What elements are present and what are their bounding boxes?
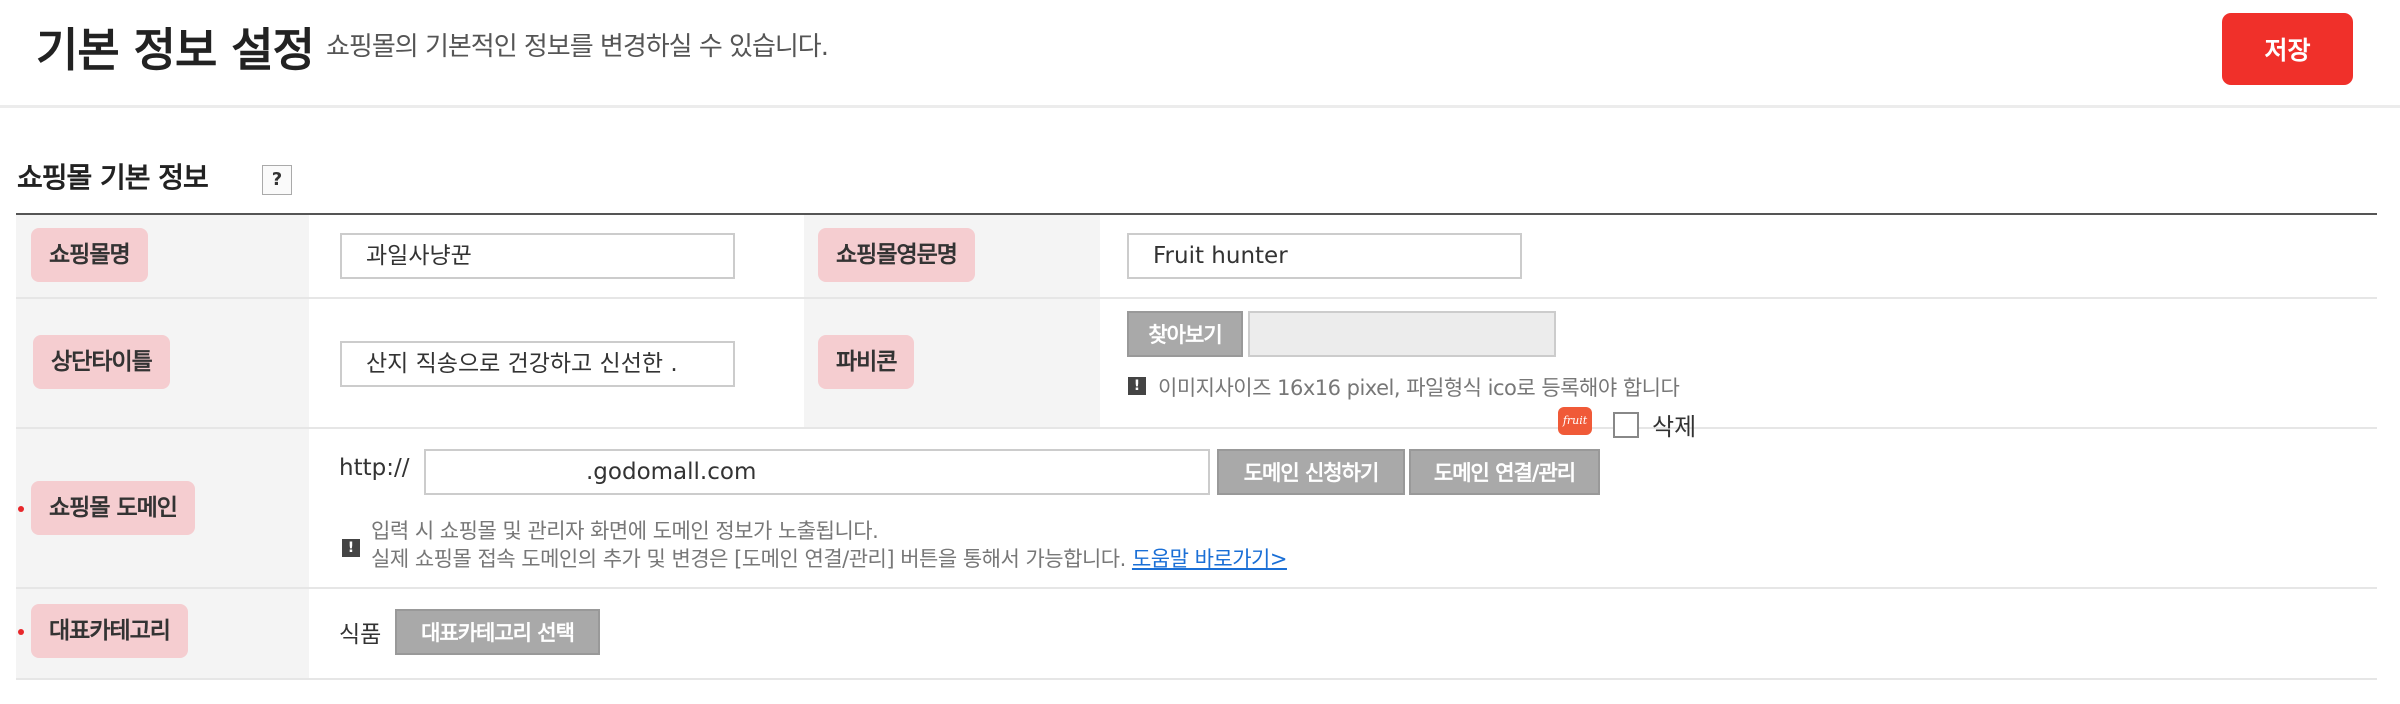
- exclamation-icon: !: [1128, 377, 1146, 395]
- basic-info-form: 쇼핑몰명 과일사냥꾼 쇼핑몰영문명 Fruit hunter 상단타이틀 산지 …: [16, 213, 2377, 680]
- domain-prefix: http://: [339, 455, 410, 481]
- page-subtitle: 쇼핑몰의 기본적인 정보를 변경하실 수 있습니다.: [326, 32, 829, 62]
- header-cell: 쇼핑몰명: [16, 215, 309, 297]
- top-title-input[interactable]: 산지 직송으로 건강하고 신선한 .: [340, 341, 735, 387]
- category-select-button[interactable]: 대표카테고리 선택: [395, 609, 600, 655]
- domain-manage-button[interactable]: 도메인 연결/관리: [1409, 449, 1600, 495]
- favicon-browse-button[interactable]: 찾아보기: [1127, 311, 1243, 357]
- domain-input[interactable]: .godomall.com: [424, 449, 1210, 495]
- header-cell: 파비콘: [804, 299, 1100, 427]
- domain-notice-text: 실제 쇼핑몰 접속 도메인의 추가 및 변경은 [도메인 연결/관리] 버튼을 …: [371, 547, 1126, 571]
- exclamation-icon: !: [342, 539, 360, 557]
- domain-label: 쇼핑몰 도메인: [31, 481, 195, 535]
- domain-apply-button[interactable]: 도메인 신청하기: [1217, 449, 1405, 495]
- favicon-file-input[interactable]: [1248, 311, 1556, 357]
- header-cell: 쇼핑몰 도메인: [16, 429, 309, 587]
- favicon-notice: 이미지사이즈 16x16 pixel, 파일형식 ico로 등록해야 합니다: [1158, 376, 1680, 400]
- question-icon[interactable]: ?: [262, 165, 292, 195]
- mall-name-label: 쇼핑몰명: [31, 228, 148, 282]
- domain-help-link[interactable]: 도움말 바로가기>: [1132, 547, 1288, 571]
- category-value: 식품: [339, 622, 382, 648]
- save-button[interactable]: 저장: [2222, 13, 2353, 85]
- mall-name-en-input[interactable]: Fruit hunter: [1127, 233, 1522, 279]
- section-title: 쇼핑몰 기본 정보: [17, 161, 209, 194]
- category-label: 대표카테고리: [31, 604, 188, 658]
- row-category: 대표카테고리 식품 대표카테고리 선택: [16, 589, 2377, 680]
- mall-name-input[interactable]: 과일사냥꾼: [340, 233, 735, 279]
- header-cell: 대표카테고리: [16, 589, 309, 678]
- header-cell: 쇼핑몰영문명: [804, 215, 1100, 297]
- favicon-label: 파비콘: [818, 335, 915, 389]
- page-header: 기본 정보 설정 쇼핑몰의 기본적인 정보를 변경하실 수 있습니다. 저장: [0, 0, 2400, 108]
- row-domain: 쇼핑몰 도메인 http:// .godomall.com 도메인 신청하기 도…: [16, 429, 2377, 589]
- row-top-title: 상단타이틀 산지 직송으로 건강하고 신선한 . 파비콘 찾아보기 fruit …: [16, 299, 2377, 441]
- domain-notice-line1: 입력 시 쇼핑몰 및 관리자 화면에 도메인 정보가 노출됩니다.: [371, 519, 879, 543]
- domain-notice-line2: 실제 쇼핑몰 접속 도메인의 추가 및 변경은 [도메인 연결/관리] 버튼을 …: [371, 543, 1287, 573]
- required-dot: [18, 506, 24, 512]
- top-title-label: 상단타이틀: [33, 335, 170, 389]
- page-title: 기본 정보 설정: [36, 23, 315, 77]
- mall-name-en-label: 쇼핑몰영문명: [818, 228, 975, 282]
- header-cell: 상단타이틀: [16, 299, 309, 427]
- row-mall-name: 쇼핑몰명 과일사냥꾼 쇼핑몰영문명 Fruit hunter: [16, 215, 2377, 299]
- required-dot: [18, 629, 24, 635]
